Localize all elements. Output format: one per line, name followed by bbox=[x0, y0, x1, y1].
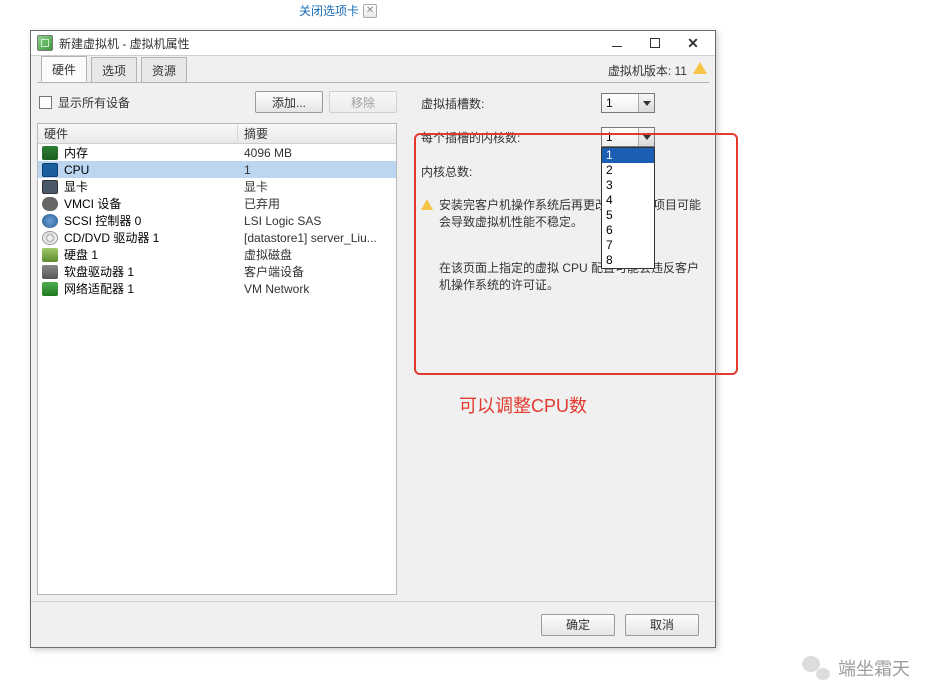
table-row[interactable]: SCSI 控制器 0 LSI Logic SAS bbox=[38, 212, 396, 229]
hw-icon bbox=[42, 197, 58, 211]
titlebar: 新建虚拟机 - 虚拟机属性 ✕ bbox=[31, 31, 715, 56]
hw-icon bbox=[42, 231, 58, 245]
table-row[interactable]: CD/DVD 驱动器 1 [datastore1] server_Liu... bbox=[38, 229, 396, 246]
cores-dropdown[interactable]: 12345678 bbox=[601, 147, 655, 269]
window-controls: ✕ bbox=[601, 36, 709, 50]
hw-summary: 4096 MB bbox=[238, 146, 396, 160]
hw-name: VMCI 设备 bbox=[64, 195, 121, 212]
hw-summary: 虚拟磁盘 bbox=[238, 246, 396, 263]
close-button[interactable]: ✕ bbox=[681, 36, 705, 50]
cores-label: 每个插槽的内核数: bbox=[421, 129, 601, 146]
close-tab-x-button[interactable]: ✕ bbox=[363, 4, 377, 18]
close-tab-label: 关闭选项卡 bbox=[299, 2, 359, 19]
hw-name: 内存 bbox=[64, 144, 88, 161]
wechat-icon bbox=[802, 656, 830, 680]
warning-icon bbox=[693, 62, 707, 74]
hw-summary: LSI Logic SAS bbox=[238, 214, 396, 228]
dropdown-option[interactable]: 4 bbox=[602, 193, 654, 208]
hw-summary: 已弃用 bbox=[238, 195, 396, 212]
vm-version-label: 虚拟机版本: 11 bbox=[608, 62, 687, 79]
hw-name: CD/DVD 驱动器 1 bbox=[64, 229, 159, 246]
cancel-button[interactable]: 取消 bbox=[625, 614, 699, 636]
sockets-value: 1 bbox=[602, 96, 638, 110]
sockets-row: 虚拟插槽数: 1 bbox=[421, 91, 703, 115]
total-cores-row: 内核总数: bbox=[421, 159, 703, 183]
hw-icon bbox=[42, 282, 58, 296]
vm-properties-dialog: 新建虚拟机 - 虚拟机属性 ✕ 硬件 选项 资源 虚拟机版本: 11 可以调整C… bbox=[30, 30, 716, 648]
dropdown-option[interactable]: 8 bbox=[602, 253, 654, 268]
show-all-devices-checkbox[interactable] bbox=[39, 96, 52, 109]
add-button[interactable]: 添加... bbox=[255, 91, 323, 113]
table-row[interactable]: 网络适配器 1 VM Network bbox=[38, 280, 396, 297]
table-row[interactable]: 硬盘 1 虚拟磁盘 bbox=[38, 246, 396, 263]
hw-icon bbox=[42, 146, 58, 160]
cores-row: 每个插槽的内核数: 1 12345678 bbox=[421, 125, 703, 149]
dropdown-option[interactable]: 3 bbox=[602, 178, 654, 193]
close-tab-link[interactable]: 关闭选项卡 ✕ bbox=[299, 2, 377, 19]
minimize-button[interactable] bbox=[605, 36, 629, 50]
toolbar: 显示所有设备 添加... 移除 bbox=[37, 89, 397, 117]
chevron-down-icon bbox=[638, 128, 654, 146]
warning-icon bbox=[421, 199, 433, 210]
hw-icon bbox=[42, 265, 58, 279]
hw-icon bbox=[42, 248, 58, 262]
sockets-combo[interactable]: 1 bbox=[601, 93, 655, 113]
hw-icon bbox=[42, 214, 58, 228]
show-all-devices-label: 显示所有设备 bbox=[58, 94, 130, 111]
table-row[interactable]: VMCI 设备 已弃用 bbox=[38, 195, 396, 212]
total-cores-label: 内核总数: bbox=[421, 163, 601, 180]
content-area: 可以调整CPU数 显示所有设备 添加... 移除 硬件 摘要 内存 4096 MB… bbox=[31, 83, 715, 601]
cores-combo[interactable]: 1 12345678 bbox=[601, 127, 655, 147]
chevron-down-icon bbox=[638, 94, 654, 112]
table-row[interactable]: CPU 1 bbox=[38, 161, 396, 178]
hw-icon bbox=[42, 163, 58, 177]
install-warning: 安装完客户机操作系统后再更改项目可能会导致虚拟机性能不稳定。 bbox=[421, 197, 703, 232]
hw-name: 网络适配器 1 bbox=[64, 280, 134, 297]
hw-name: 硬盘 1 bbox=[64, 246, 98, 263]
hw-name: 软盘驱动器 1 bbox=[64, 263, 134, 280]
left-pane: 显示所有设备 添加... 移除 硬件 摘要 内存4096 MBCPU1显卡显卡V… bbox=[37, 89, 397, 595]
hw-name: CPU bbox=[64, 163, 89, 177]
hw-summary: [datastore1] server_Liu... bbox=[238, 231, 396, 245]
cpu-settings-pane: 虚拟插槽数: 1 每个插槽的内核数: 1 12345678 内核总数: bbox=[397, 89, 709, 595]
hw-summary: 显卡 bbox=[238, 178, 396, 195]
window-title: 新建虚拟机 - 虚拟机属性 bbox=[59, 35, 190, 52]
remove-button: 移除 bbox=[329, 91, 397, 113]
table-header: 硬件 摘要 bbox=[38, 124, 396, 144]
hw-name: SCSI 控制器 0 bbox=[64, 212, 141, 229]
cores-value: 1 bbox=[602, 130, 638, 144]
sockets-label: 虚拟插槽数: bbox=[421, 95, 601, 112]
dropdown-option[interactable]: 2 bbox=[602, 163, 654, 178]
hw-summary: 1 bbox=[238, 163, 396, 177]
tab-options[interactable]: 选项 bbox=[91, 57, 137, 82]
maximize-button[interactable] bbox=[643, 36, 667, 50]
annotation-text: 可以调整CPU数 bbox=[459, 392, 587, 418]
tab-hardware[interactable]: 硬件 bbox=[41, 56, 87, 82]
table-row[interactable]: 显卡 显卡 bbox=[38, 178, 396, 195]
license-note: 在该页面上指定的虚拟 CPU 配置可能会违反客户机操作系统的许可证。 bbox=[421, 260, 703, 295]
app-icon bbox=[37, 35, 53, 51]
col-hardware: 硬件 bbox=[38, 125, 238, 142]
dropdown-option[interactable]: 5 bbox=[602, 208, 654, 223]
dropdown-option[interactable]: 7 bbox=[602, 238, 654, 253]
tab-bar: 硬件 选项 资源 虚拟机版本: 11 bbox=[31, 56, 715, 82]
hw-summary: VM Network bbox=[238, 282, 396, 296]
col-summary: 摘要 bbox=[238, 125, 396, 142]
tab-resources[interactable]: 资源 bbox=[141, 57, 187, 82]
dropdown-option[interactable]: 6 bbox=[602, 223, 654, 238]
watermark-text: 端坐霜天 bbox=[838, 655, 910, 681]
warning-text: 安装完客户机操作系统后再更改项目可能会导致虚拟机性能不稳定。 bbox=[439, 197, 703, 232]
dialog-footer: 确定 取消 bbox=[31, 601, 715, 647]
ok-button[interactable]: 确定 bbox=[541, 614, 615, 636]
hw-summary: 客户端设备 bbox=[238, 263, 396, 280]
table-row[interactable]: 软盘驱动器 1 客户端设备 bbox=[38, 263, 396, 280]
hardware-table: 硬件 摘要 内存4096 MBCPU1显卡显卡VMCI 设备已弃用SCSI 控制… bbox=[37, 123, 397, 595]
table-row[interactable]: 内存 4096 MB bbox=[38, 144, 396, 161]
dropdown-option[interactable]: 1 bbox=[602, 148, 654, 163]
hw-icon bbox=[42, 180, 58, 194]
hw-name: 显卡 bbox=[64, 178, 88, 195]
watermark: 端坐霜天 bbox=[802, 655, 910, 681]
